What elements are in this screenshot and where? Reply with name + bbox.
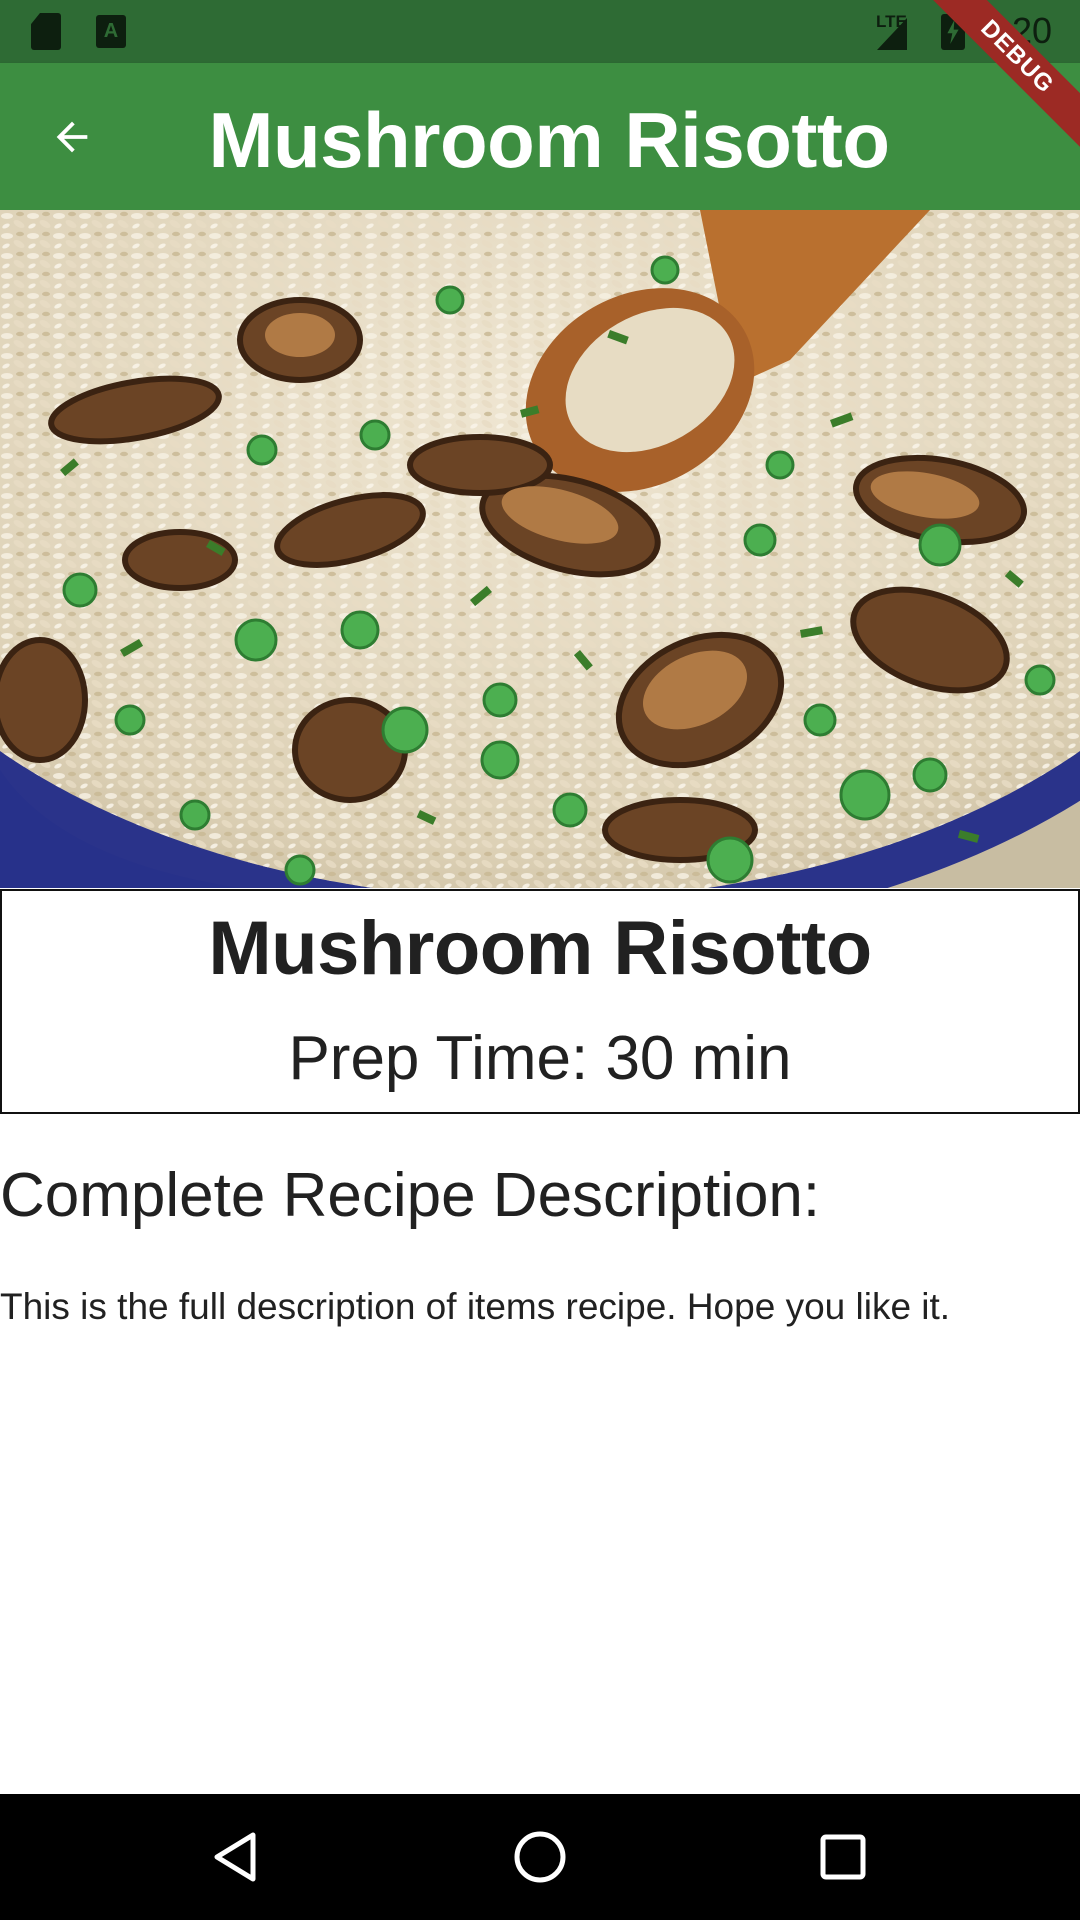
app-bar-title: Mushroom Risotto	[208, 96, 890, 184]
description-text: This is the full description of items re…	[0, 1286, 951, 1327]
description-heading: Complete Recipe Description:	[0, 1161, 821, 1230]
recipe-detail-screen: A LTE 4:20 Mushroom Risotto DEBUG	[0, 0, 1080, 1920]
app-bar: Mushroom Risotto	[0, 63, 1080, 210]
recipe-info-card: Mushroom Risotto Prep Time: 30 min	[0, 889, 1080, 1114]
nav-recents-icon	[820, 1834, 866, 1880]
nav-back-button[interactable]	[190, 1822, 280, 1892]
recipe-title: Mushroom Risotto	[208, 906, 872, 991]
recipe-image	[0, 210, 1080, 888]
status-bar: A LTE 4:20	[0, 0, 1080, 63]
system-navigation-bar	[0, 1794, 1080, 1920]
nav-recents-button[interactable]	[798, 1822, 888, 1892]
a-notification-icon: A	[96, 15, 126, 48]
sd-card-icon	[31, 13, 61, 50]
nav-back-icon	[214, 1832, 256, 1882]
nav-home-icon	[514, 1831, 566, 1883]
nav-home-button[interactable]	[495, 1822, 585, 1892]
prep-time: Prep Time: 30 min	[288, 1024, 792, 1093]
